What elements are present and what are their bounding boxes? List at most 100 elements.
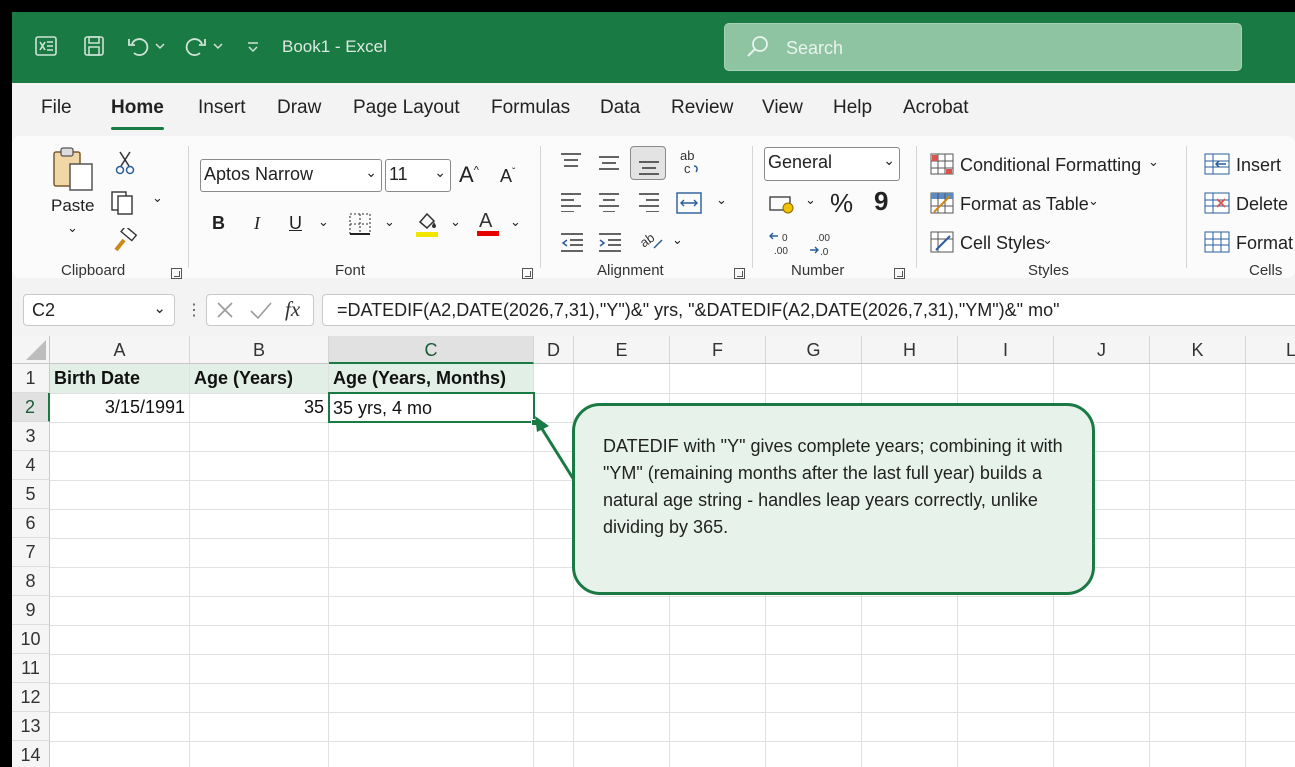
cell-a2[interactable]: 3/15/1991	[50, 393, 189, 422]
row-header-5[interactable]: 5	[12, 480, 50, 509]
more-options-icon[interactable]: ⋮	[186, 300, 202, 320]
comma-style-button[interactable]: 9	[874, 186, 888, 217]
column-header-l[interactable]: L	[1246, 336, 1295, 364]
format-cells-icon[interactable]	[1204, 231, 1230, 258]
insert-cells-button[interactable]: Insert	[1236, 155, 1281, 176]
insert-cells-icon[interactable]	[1204, 153, 1230, 180]
format-table-dropdown-icon[interactable]: ⌄	[1088, 193, 1099, 209]
font-size-select[interactable]: 11 ⌄	[385, 159, 451, 192]
bold-button[interactable]: B	[212, 213, 225, 234]
delete-cells-icon[interactable]	[1204, 192, 1230, 219]
row-header-6[interactable]: 6	[12, 509, 50, 538]
cell-styles-dropdown-icon[interactable]: ⌄	[1042, 232, 1053, 248]
conditional-formatting-icon[interactable]	[930, 153, 954, 180]
italic-button[interactable]: I	[254, 213, 260, 234]
customize-toolbar-icon[interactable]	[246, 34, 260, 64]
number-format-select[interactable]: General ⌄	[764, 147, 900, 181]
row-header-7[interactable]: 7	[12, 538, 50, 567]
column-header-j[interactable]: J	[1054, 336, 1150, 364]
select-all-button[interactable]	[12, 336, 50, 364]
column-header-h[interactable]: H	[862, 336, 958, 364]
font-color-icon[interactable]: A	[475, 208, 501, 243]
fill-color-dropdown-icon[interactable]: ⌄	[450, 214, 461, 230]
underline-dropdown-icon[interactable]: ⌄	[318, 214, 329, 230]
percent-button[interactable]: %	[830, 188, 853, 219]
row-header-4[interactable]: 4	[12, 451, 50, 480]
align-center-icon[interactable]	[598, 192, 620, 217]
row-header-12[interactable]: 12	[12, 683, 50, 712]
font-color-dropdown-icon[interactable]: ⌄	[510, 214, 521, 230]
borders-dropdown-icon[interactable]: ⌄	[384, 214, 395, 230]
borders-icon[interactable]	[348, 212, 372, 241]
align-right-icon[interactable]	[638, 192, 660, 217]
cell-b2[interactable]: 35	[190, 393, 327, 422]
cell-a1[interactable]: Birth Date	[50, 364, 189, 393]
merge-center-icon[interactable]	[676, 192, 702, 219]
row-header-11[interactable]: 11	[12, 654, 50, 683]
accounting-format-icon[interactable]	[768, 194, 798, 221]
row-header-14[interactable]: 14	[12, 741, 50, 767]
redo-icon[interactable]	[182, 34, 226, 64]
orientation-icon[interactable]: ab c	[676, 148, 702, 181]
decrease-indent-icon[interactable]	[560, 232, 584, 257]
column-header-b[interactable]: B	[190, 336, 329, 364]
formula-input[interactable]: =DATEDIF(A2,DATE(2026,7,31),"Y")&" yrs, …	[322, 294, 1295, 326]
tab-insert[interactable]: Insert	[198, 97, 246, 119]
increase-decimal-icon[interactable]: 0.00	[768, 230, 796, 263]
column-header-d[interactable]: D	[534, 336, 574, 364]
underline-button[interactable]: U	[289, 213, 302, 234]
format-painter-icon[interactable]	[112, 225, 138, 259]
wrap-orientation-icon[interactable]: ab	[637, 228, 666, 259]
tab-page-layout[interactable]: Page Layout	[353, 97, 460, 119]
merge-dropdown-icon[interactable]: ⌄	[716, 192, 727, 208]
number-launcher-icon[interactable]	[894, 268, 905, 279]
fill-color-icon[interactable]	[414, 210, 440, 243]
paste-dropdown-icon[interactable]: ⌄	[67, 220, 78, 236]
cell-styles-icon[interactable]	[930, 231, 954, 258]
format-as-table-button[interactable]: Format as Table	[960, 194, 1089, 215]
conditional-formatting-button[interactable]: Conditional Formatting	[960, 155, 1141, 176]
row-header-2[interactable]: 2	[12, 393, 50, 422]
column-header-g[interactable]: G	[766, 336, 862, 364]
save-icon[interactable]	[82, 34, 106, 64]
cell-c2-selected[interactable]: 35 yrs, 4 mo	[328, 392, 535, 423]
cell-b1[interactable]: Age (Years)	[190, 364, 328, 393]
tab-formulas[interactable]: Formulas	[491, 97, 570, 119]
font-launcher-icon[interactable]	[522, 268, 533, 279]
paste-label[interactable]: Paste	[51, 196, 94, 216]
undo-icon[interactable]	[126, 34, 166, 64]
name-box[interactable]: C2 ⌄	[23, 294, 175, 326]
increase-indent-icon[interactable]	[598, 232, 622, 257]
column-header-e[interactable]: E	[574, 336, 670, 364]
align-top-icon[interactable]	[560, 152, 582, 177]
column-header-k[interactable]: K	[1150, 336, 1246, 364]
align-bottom-icon[interactable]	[630, 146, 666, 180]
tab-file[interactable]: File	[41, 97, 72, 119]
tab-acrobat[interactable]: Acrobat	[903, 97, 968, 119]
tab-draw[interactable]: Draw	[277, 97, 321, 119]
column-header-f[interactable]: F	[670, 336, 766, 364]
tab-review[interactable]: Review	[671, 97, 733, 119]
delete-cells-button[interactable]: Delete	[1236, 194, 1288, 215]
row-header-1[interactable]: 1	[12, 364, 50, 393]
row-header-13[interactable]: 13	[12, 712, 50, 741]
cell-c1[interactable]: Age (Years, Months)	[329, 364, 533, 393]
cancel-icon[interactable]	[215, 300, 235, 325]
decrease-decimal-icon[interactable]: .00.0	[808, 230, 836, 263]
format-as-table-icon[interactable]	[930, 192, 954, 219]
format-cells-button[interactable]: Format	[1236, 233, 1293, 254]
row-header-3[interactable]: 3	[12, 422, 50, 451]
paste-icon[interactable]	[50, 144, 96, 199]
font-name-select[interactable]: Aptos Narrow ⌄	[200, 159, 382, 192]
search-box[interactable]: Search	[724, 23, 1242, 71]
copy-dropdown-icon[interactable]: ⌄	[152, 190, 163, 206]
conditional-dropdown-icon[interactable]: ⌄	[1148, 154, 1159, 170]
column-header-c[interactable]: C	[329, 336, 534, 364]
tab-data[interactable]: Data	[600, 97, 640, 119]
enter-icon[interactable]	[249, 300, 273, 325]
chevron-down-icon[interactable]: ⌄	[153, 299, 166, 317]
align-left-icon[interactable]	[560, 192, 582, 217]
cell-styles-button[interactable]: Cell Styles	[960, 233, 1045, 254]
row-header-8[interactable]: 8	[12, 567, 50, 596]
align-middle-icon[interactable]	[598, 154, 620, 179]
